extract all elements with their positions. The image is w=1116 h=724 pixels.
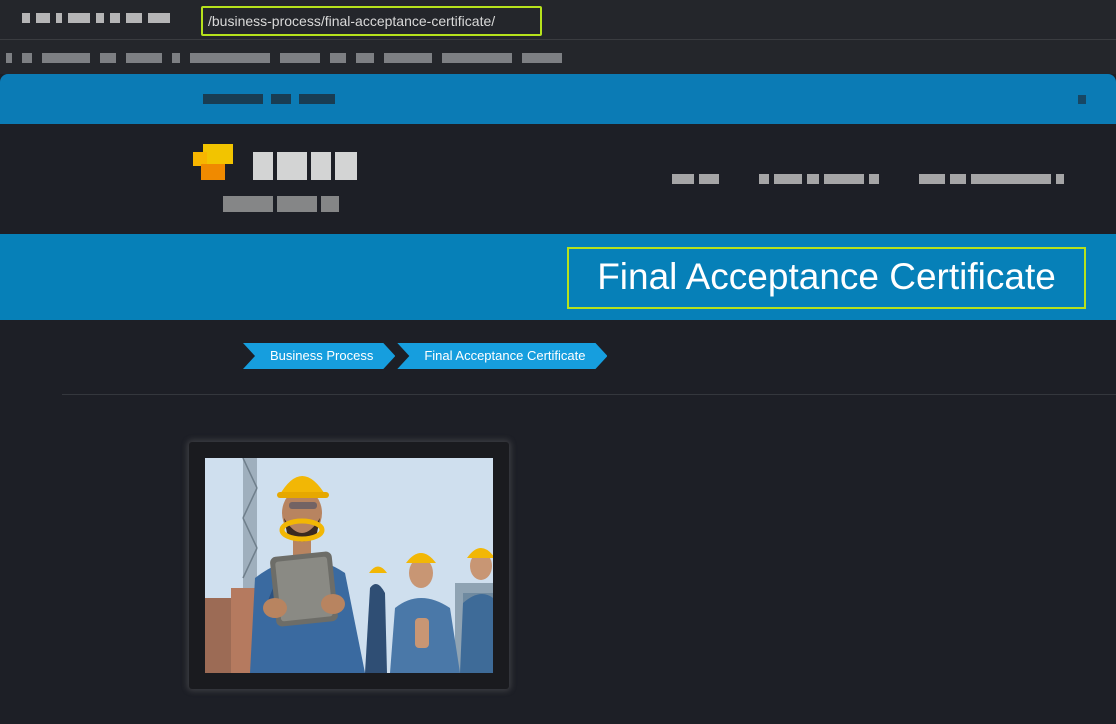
top-bar-icon[interactable] [1078, 95, 1086, 104]
bookmark-item[interactable] [330, 53, 346, 63]
logo-tagline-redacted [223, 196, 339, 212]
bookmark-item[interactable] [42, 53, 90, 63]
bookmark-item[interactable] [384, 53, 432, 63]
breadcrumb-item-final-acceptance-certificate[interactable]: Final Acceptance Certificate [397, 343, 607, 369]
bookmark-item[interactable] [22, 53, 32, 63]
site-header [0, 124, 1116, 234]
bookmark-item[interactable] [190, 53, 270, 63]
construction-workers-photo [205, 458, 493, 673]
nav-item[interactable] [759, 174, 879, 184]
bookmark-item[interactable] [356, 53, 374, 63]
breadcrumb-item-business-process[interactable]: Business Process [243, 343, 395, 369]
site-top-bar [0, 74, 1116, 124]
logo-wordmark-redacted [253, 152, 357, 180]
page-title: Final Acceptance Certificate [567, 247, 1086, 309]
image-card [189, 442, 509, 689]
bookmarks-bar [0, 40, 1116, 74]
page-title-banner: Final Acceptance Certificate [0, 234, 1116, 320]
url-domain-redacted [22, 13, 170, 25]
bookmark-item[interactable] [442, 53, 512, 63]
top-bar-text-redacted [203, 94, 335, 104]
bookmark-item[interactable] [100, 53, 116, 63]
url-path-text[interactable]: /business-process/final-acceptance-certi… [201, 6, 542, 36]
bookmark-item[interactable] [126, 53, 162, 63]
site-logo[interactable] [193, 144, 363, 216]
browser-address-bar[interactable]: /business-process/final-acceptance-certi… [0, 0, 1116, 40]
nav-item[interactable] [672, 174, 719, 184]
bookmark-item[interactable] [280, 53, 320, 63]
bookmark-item[interactable] [172, 53, 180, 63]
breadcrumb: Business Process Final Acceptance Certif… [243, 343, 607, 369]
content-divider [62, 394, 1116, 395]
logo-mark-icon [193, 144, 233, 184]
main-navigation [672, 174, 1064, 184]
nav-item[interactable] [919, 174, 1064, 184]
bookmark-item[interactable] [6, 53, 12, 63]
bookmark-item[interactable] [522, 53, 562, 63]
photo-illustration [205, 458, 493, 673]
